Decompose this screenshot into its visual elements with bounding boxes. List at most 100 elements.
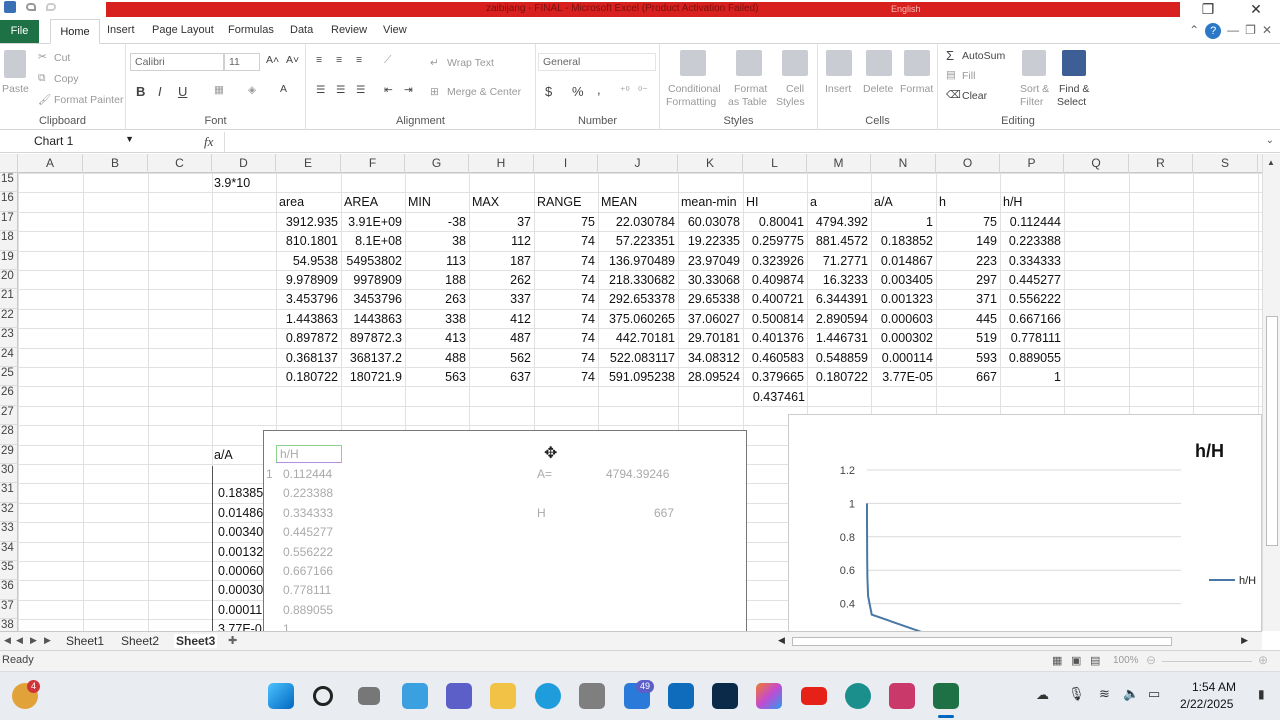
comma-button[interactable]: , — [597, 82, 601, 97]
insert-cells-icon[interactable] — [826, 50, 852, 76]
table-cell[interactable]: 74 — [534, 370, 595, 384]
row-header[interactable]: 17 — [0, 211, 18, 232]
table-cell[interactable]: 0.460583 — [743, 351, 804, 365]
restore-workbook-icon[interactable]: ❐ — [1245, 23, 1256, 39]
table-cell[interactable]: 371 — [936, 292, 997, 306]
sheet-tab-sheet1[interactable]: Sheet1 — [66, 634, 104, 648]
table-cell[interactable]: 149 — [936, 234, 997, 248]
tab-insert[interactable]: Insert — [107, 24, 135, 36]
decrease-decimal-icon[interactable]: ⁰⁻ — [638, 85, 648, 97]
chevron-down-icon[interactable]: ▼ — [125, 134, 134, 144]
table-cell[interactable]: 445 — [936, 312, 997, 326]
fill-button[interactable]: Fill — [962, 70, 975, 82]
sort-filter-icon[interactable] — [1022, 50, 1046, 76]
table-cell[interactable]: 0.180722 — [807, 370, 868, 384]
table-cell[interactable]: 30.33068 — [678, 273, 740, 287]
table-cell[interactable]: 37.06027 — [678, 312, 740, 326]
table-cell[interactable]: 16.3233 — [807, 273, 868, 287]
table-cell[interactable]: 591.095238 — [598, 370, 675, 384]
row-header[interactable]: 15 — [0, 173, 18, 193]
table-cell[interactable]: 337 — [469, 292, 531, 306]
tab-file[interactable]: File — [0, 20, 39, 43]
sheet-tab-sheet3[interactable]: Sheet3 — [174, 634, 218, 648]
sort-filter-label-2[interactable]: Filter — [1020, 96, 1043, 108]
sort-filter-label-1[interactable]: Sort & — [1020, 83, 1049, 95]
table-cell[interactable]: 0.778111 — [1000, 331, 1061, 345]
row-header[interactable]: 20 — [0, 270, 18, 290]
row-header[interactable]: 21 — [0, 289, 18, 309]
row-header[interactable]: 30 — [0, 464, 18, 484]
table-cell[interactable]: 218.330682 — [598, 273, 675, 287]
table-cell[interactable]: 19.22335 — [678, 234, 740, 248]
collapse-ribbon-icon[interactable]: ⌃ — [1189, 23, 1199, 39]
table-cell[interactable]: 0.548859 — [807, 351, 868, 365]
table-cell[interactable]: 262 — [469, 273, 531, 287]
table-cell[interactable]: 22.030784 — [598, 215, 675, 229]
table-cell[interactable]: 8.1E+08 — [341, 234, 402, 248]
row-header[interactable]: 34 — [0, 541, 18, 561]
format-as-table-label-2[interactable]: as Table — [728, 96, 767, 108]
copilot-icon[interactable] — [756, 683, 782, 709]
table-cell[interactable]: 0.223388 — [1000, 234, 1061, 248]
column-header[interactable]: C — [148, 154, 212, 173]
zoom-slider[interactable] — [1162, 661, 1252, 662]
scroll-left-icon[interactable]: ◀ — [778, 635, 785, 646]
table-cell[interactable]: 0.556222 — [1000, 292, 1061, 306]
cell-styles-label-2[interactable]: Styles — [776, 96, 805, 108]
table-cell[interactable]: 562 — [469, 351, 531, 365]
table-cell[interactable]: 54953802 — [341, 254, 402, 268]
row-header[interactable]: 27 — [0, 405, 18, 426]
table-cell[interactable]: 488 — [405, 351, 466, 365]
clear-icon[interactable]: ⌫ — [946, 89, 961, 101]
table-cell[interactable]: 23.97049 — [678, 254, 740, 268]
table-cell[interactable]: 0.379665 — [743, 370, 804, 384]
cut-button[interactable]: Cut — [54, 52, 70, 64]
delete-cells-button[interactable]: Delete — [863, 83, 893, 95]
task-view-icon[interactable] — [358, 687, 380, 705]
table-cell[interactable]: 0.180722 — [276, 370, 338, 384]
table-cell[interactable]: 1 — [871, 215, 933, 229]
align-center-icon[interactable]: ☰ — [336, 84, 345, 96]
row-header[interactable]: 22 — [0, 308, 18, 329]
font-color-icon[interactable]: A — [280, 83, 287, 95]
table-cell[interactable]: 74 — [534, 312, 595, 326]
insert-function-button[interactable]: fx — [204, 134, 213, 150]
table-cell[interactable]: 0.401376 — [743, 331, 804, 345]
zoom-level[interactable]: 100% — [1113, 655, 1139, 666]
name-box[interactable]: Chart 1 ▼ — [0, 132, 140, 152]
next-sheet-icon[interactable]: ▶ — [30, 635, 37, 646]
zoom-out-icon[interactable]: ⊖ — [1146, 653, 1156, 667]
column-header[interactable]: P — [1000, 154, 1064, 173]
table-cell[interactable]: 37 — [469, 215, 531, 229]
snipping-tool-icon[interactable] — [889, 683, 915, 709]
column-header[interactable]: F — [341, 154, 405, 173]
table-cell[interactable]: 0.014867 — [871, 254, 933, 268]
column-header[interactable]: L — [743, 154, 807, 173]
table-cell[interactable]: 57.223351 — [598, 234, 675, 248]
prev-sheet-icon[interactable]: ◀ — [16, 635, 23, 646]
cell-d29[interactable]: a/A — [214, 448, 233, 462]
table-cell[interactable]: 375.060265 — [598, 312, 675, 326]
table-header-cell[interactable]: AREA — [344, 195, 378, 209]
table-cell[interactable]: 0.667166 — [1000, 312, 1061, 326]
column-header[interactable]: I — [534, 154, 598, 173]
find-select-label-2[interactable]: Select — [1057, 96, 1086, 108]
table-cell[interactable]: 0.003405 — [871, 273, 933, 287]
start-icon[interactable] — [268, 683, 294, 709]
table-header-cell[interactable]: h — [939, 195, 946, 209]
tab-review[interactable]: Review — [331, 24, 367, 36]
format-cells-button[interactable]: Format — [900, 83, 933, 95]
table-cell[interactable]: 0.368137 — [276, 351, 338, 365]
table-cell[interactable]: 810.1801 — [276, 234, 338, 248]
table-cell[interactable]: 1 — [1000, 370, 1061, 384]
page-break-view-icon[interactable]: ▤ — [1090, 654, 1100, 667]
format-cells-icon[interactable] — [904, 50, 930, 76]
conditional-formatting-icon[interactable] — [680, 50, 706, 76]
table-cell[interactable]: -38 — [405, 215, 466, 229]
table-cell[interactable]: 3453796 — [341, 292, 402, 306]
table-cell[interactable]: 74 — [534, 234, 595, 248]
table-header-cell[interactable]: area — [279, 195, 304, 209]
expand-formula-bar-icon[interactable]: ⌄ — [1266, 135, 1274, 146]
insert-cells-button[interactable]: Insert — [825, 83, 851, 95]
row-header[interactable]: 29 — [0, 444, 18, 464]
